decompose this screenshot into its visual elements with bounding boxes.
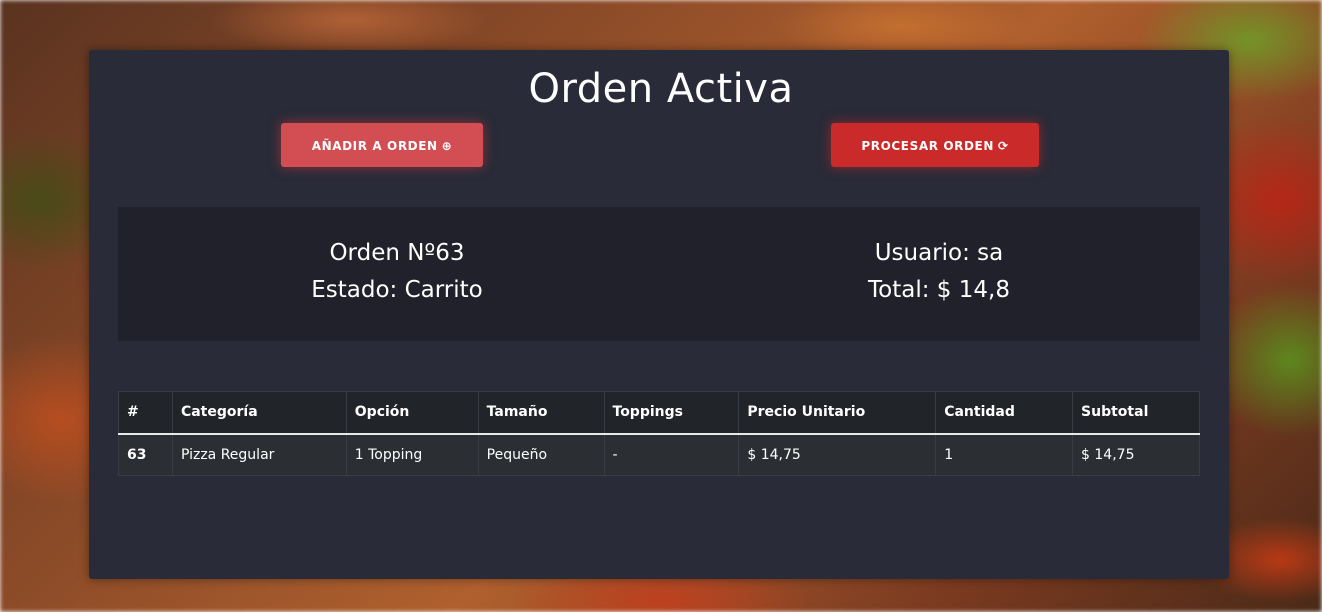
- table-cell: Pequeño: [477, 433, 605, 476]
- order-status: Estado: Carrito: [311, 277, 483, 303]
- order-summary-right: Usuario: sa Total: $ 14,8: [659, 235, 1219, 309]
- table-cell: 63: [118, 433, 173, 476]
- table-header-row: # Categoría Opción Tamaño Toppings Preci…: [118, 391, 1200, 435]
- table-cell: -: [603, 433, 740, 476]
- column-header: Opción: [345, 391, 479, 435]
- plus-circle-icon: ⊕: [441, 139, 453, 153]
- order-user: Usuario: sa: [874, 240, 1004, 266]
- order-number: Orden Nº63: [329, 240, 465, 266]
- process-order-button[interactable]: PROCESAR ORDEN ⟳: [831, 123, 1039, 167]
- column-header: #: [118, 391, 173, 435]
- table-row: 63 Pizza Regular 1 Topping Pequeño - $ 1…: [118, 433, 1200, 476]
- add-to-order-label: AÑADIR A ORDEN: [311, 139, 438, 153]
- column-header: Cantidad: [935, 391, 1074, 435]
- table-cell: 1 Topping: [345, 433, 479, 476]
- column-header: Tamaño: [477, 391, 605, 435]
- order-items-table: # Categoría Opción Tamaño Toppings Preci…: [118, 391, 1200, 476]
- table-cell: Pizza Regular: [171, 433, 347, 476]
- process-order-label: PROCESAR ORDEN: [861, 139, 994, 153]
- page-title: Orden Activa: [528, 66, 794, 112]
- table-cell: $ 14,75: [738, 433, 937, 476]
- add-to-order-button[interactable]: AÑADIR A ORDEN ⊕: [281, 123, 483, 167]
- refresh-icon: ⟳: [997, 139, 1009, 153]
- table-cell: $ 14,75: [1072, 433, 1200, 476]
- column-header: Toppings: [603, 391, 740, 435]
- order-summary-left: Orden Nº63 Estado: Carrito: [118, 235, 676, 309]
- order-total: Total: $ 14,8: [868, 277, 1010, 303]
- order-items-table-wrap: # Categoría Opción Tamaño Toppings Preci…: [118, 391, 1200, 476]
- column-header: Categoría: [171, 391, 347, 435]
- column-header: Subtotal: [1072, 391, 1200, 435]
- table-cell: 1: [935, 433, 1074, 476]
- order-summary: Orden Nº63 Estado: Carrito Usuario: sa T…: [118, 207, 1200, 341]
- column-header: Precio Unitario: [738, 391, 937, 435]
